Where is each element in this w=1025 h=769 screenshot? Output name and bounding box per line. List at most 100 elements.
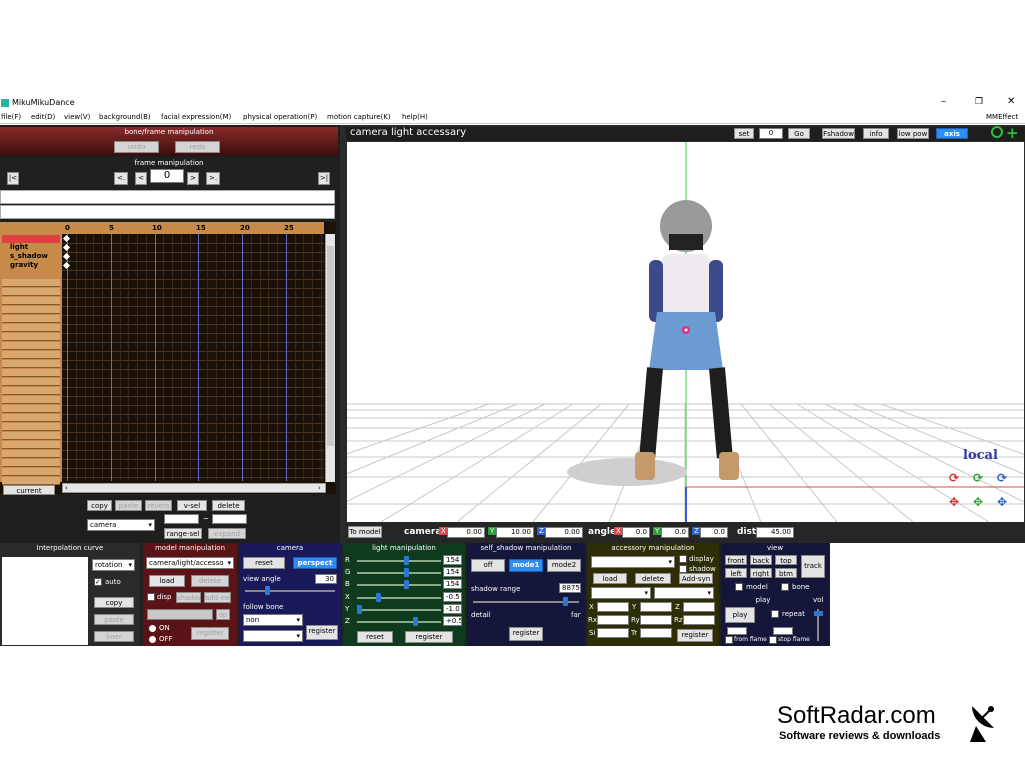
cam-x-input[interactable]: 0.00 [447,527,485,538]
light-y-input[interactable]: -1.0 [443,604,462,614]
cam-z-input[interactable]: 0.00 [545,527,583,538]
acc-load-button[interactable]: load [593,573,627,584]
menu-physical-operation[interactable]: physical operation(P) [243,113,317,121]
go-button[interactable]: Go [788,128,810,139]
acc-x-input[interactable] [597,602,629,612]
auto-checkbox[interactable]: ✓ [94,578,102,586]
stop-flame-input[interactable] [773,627,793,635]
menu-help[interactable]: help(H) [402,113,428,121]
model-register-button[interactable]: register [191,627,229,640]
rotate-x-icon[interactable]: ⟳ [945,470,963,486]
minimize-icon[interactable]: – [941,96,946,107]
menu-facial-expression[interactable]: facial expression(M) [161,113,231,121]
scroll-thumb[interactable] [327,246,334,446]
interp-type-select[interactable]: rotation [92,559,135,571]
move-x-icon[interactable]: ✥ [945,494,963,510]
right-button[interactable]: right [750,568,772,578]
fshadow-button[interactable]: Fshadow [822,128,855,139]
acc-si-input[interactable] [597,628,629,638]
redo-button[interactable]: redo [175,141,220,153]
range-end-input[interactable] [212,514,247,524]
delete-frames-button[interactable]: delete [212,500,245,511]
vsel-button[interactable]: v-sel [177,500,207,511]
camera-reset-button[interactable]: reset [243,557,285,569]
next-key-button[interactable]: >. [206,172,220,185]
perspect-button[interactable]: perspect [293,557,337,569]
prev-key-button[interactable]: <. [114,172,128,185]
expand-button[interactable]: expand [208,528,246,539]
menu-motion-capture[interactable]: motion capture(K) [327,113,391,121]
light-y-slider[interactable] [357,605,362,614]
paste-frames-button[interactable]: paste [115,500,142,511]
btm-button[interactable]: btm [775,568,797,578]
from-flame-checkbox[interactable] [725,636,733,644]
shadow-range-slider[interactable] [563,597,568,606]
range-sel-button[interactable]: range-sel [164,528,202,539]
rotate-z-icon[interactable]: ⟳ [993,470,1011,486]
follow-bone-select[interactable] [243,630,303,642]
dist-input[interactable]: 45.00 [756,527,794,538]
move-y-icon[interactable]: ✥ [969,494,987,510]
shadow-button[interactable]: shadow [176,592,201,603]
acc-model-select[interactable] [591,587,651,599]
acc-ry-input[interactable] [640,615,672,625]
undo-button[interactable]: undo [114,141,159,153]
copy-frames-button[interactable]: copy [87,500,112,511]
view-bone-checkbox[interactable] [781,583,789,591]
acc-bone-select[interactable] [654,587,714,599]
shadow-mode2-button[interactable]: mode2 [547,559,581,572]
shadow-register-button[interactable]: register [509,627,543,641]
current-button[interactable]: current [3,485,55,495]
display-checkbox[interactable] [679,555,687,563]
move-z-icon[interactable]: ✥ [993,494,1011,510]
row-s-shadow[interactable]: s_shadow [2,252,60,261]
vol-slider[interactable] [814,611,823,616]
back-button[interactable]: back [750,555,772,565]
front-button[interactable]: front [725,555,747,565]
row-light[interactable]: light [2,243,60,252]
track-button[interactable]: track [801,555,825,578]
timeline-hscroll[interactable]: ‹ › [62,483,326,493]
range-start-input[interactable] [164,514,199,524]
ang-x-input[interactable]: 0.0 [622,527,650,538]
light-x-slider[interactable] [376,593,381,602]
first-frame-button[interactable]: |< [7,172,19,185]
scroll-left-icon[interactable]: ‹ [65,484,68,492]
play-button[interactable]: play [725,607,755,623]
cam-y-input[interactable]: 10.00 [496,527,534,538]
set-frame-input[interactable]: 0 [759,128,783,139]
menu-file[interactable]: file(F) [1,113,21,121]
camera-register-button[interactable]: register [306,625,338,640]
off-radio[interactable] [149,636,156,643]
timeline-scrollbar[interactable] [325,234,335,482]
disp-checkbox[interactable] [147,593,155,601]
add-icon[interactable]: + [1006,124,1019,142]
row-gravity[interactable]: gravity [2,261,60,270]
axis-button[interactable]: axis [936,128,968,139]
ang-y-input[interactable]: 0.0 [661,527,689,538]
prev-frame-button[interactable]: < [135,172,147,185]
frame-number-input[interactable]: 0 [150,169,184,183]
add-ext-button[interactable]: add-ext [204,592,231,603]
repeat-checkbox[interactable] [771,610,779,618]
ang-z-input[interactable]: 0.0 [700,527,728,538]
to-model-button[interactable]: To model [348,526,382,538]
last-frame-button[interactable]: >| [318,172,330,185]
follow-model-select[interactable]: non [243,614,303,626]
add-syn-button[interactable]: Add-syn [679,573,713,584]
menu-edit[interactable]: edit(D) [31,113,55,121]
shadow-mode1-button[interactable]: mode1 [509,559,543,572]
acc-rx-input[interactable] [597,615,629,625]
stop-flame-checkbox[interactable] [769,636,777,644]
light-b-input[interactable]: 154 [443,579,462,589]
zoom-icon[interactable] [991,126,1003,138]
maximize-icon[interactable]: ❐ [975,97,983,107]
view-model-checkbox[interactable] [735,583,743,591]
view-angle-slider[interactable] [265,586,270,595]
view-angle-input[interactable]: 30 [315,574,337,584]
scroll-right-icon[interactable]: › [318,484,321,492]
light-g-input[interactable]: 154 [443,567,462,577]
light-x-input[interactable]: -0.5 [443,592,462,602]
shadow-range-input[interactable]: 8875 [559,583,581,593]
model-extra-input[interactable] [147,609,213,620]
